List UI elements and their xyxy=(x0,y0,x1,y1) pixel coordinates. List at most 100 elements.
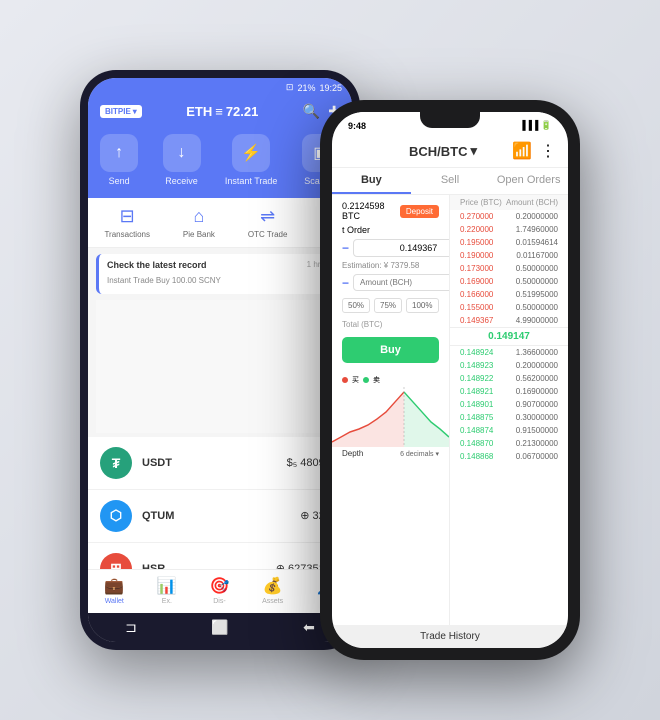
more-icon[interactable]: ⋮ xyxy=(540,141,556,161)
android-status-bar: ⊡ 21% 19:25 xyxy=(88,78,352,97)
buy-legend-dot xyxy=(342,377,348,383)
ob-buy-row-5[interactable]: 0.148901 0.90700000 xyxy=(450,398,568,411)
pct-50-button[interactable]: 50% xyxy=(342,298,370,313)
ob-buy-row-3[interactable]: 0.148922 0.56200000 xyxy=(450,372,568,385)
amount-header: Amount (BCH) xyxy=(506,198,558,207)
battery-icon: ⊡ xyxy=(286,82,294,93)
notification-title: Check the latest record xyxy=(107,260,207,270)
depth-info: Depth 6 decimals ▾ xyxy=(332,447,449,460)
tab-buy[interactable]: Buy xyxy=(332,168,411,194)
pct-75-button[interactable]: 75% xyxy=(374,298,402,313)
amount-minus[interactable]: − xyxy=(342,276,349,290)
order-section: 0.2124598 BTC Deposit t Order − + Estima… xyxy=(332,195,449,373)
iphone-time: 9:48 xyxy=(348,121,366,131)
nav-ex[interactable]: 📊 Ex. xyxy=(157,576,177,605)
iphone-status-icons: ▐▐▐ 🔋 xyxy=(519,120,552,131)
android-screen: ⊡ 21% 19:25 BITPIE ▾ ETH ≡ 72.21 🔍 ✚ xyxy=(88,78,352,642)
ob-buy-row-7[interactable]: 0.148874 0.91500000 xyxy=(450,424,568,437)
system-back-button[interactable]: ⬅ xyxy=(303,619,315,636)
ob-sell-row-7[interactable]: 0.166000 0.51995000 xyxy=(450,288,568,301)
otc-trade-button[interactable]: ⇌ OTC Trade xyxy=(248,206,288,239)
pie-bank-icon: ⌂ xyxy=(193,206,204,227)
transactions-button[interactable]: ⊟ Transactions xyxy=(104,206,150,239)
ob-sell-row-1[interactable]: 0.270000 0.20000000 xyxy=(450,210,568,223)
amount-input[interactable] xyxy=(353,274,450,291)
ex-nav-label: Ex. xyxy=(162,598,172,605)
tab-open-orders[interactable]: Open Orders xyxy=(489,168,568,194)
android-phone: ⊡ 21% 19:25 BITPIE ▾ ETH ≡ 72.21 🔍 ✚ xyxy=(80,70,360,650)
depth-legend: 买 卖 xyxy=(332,373,449,387)
qtum-icon: ⬡ xyxy=(100,500,132,532)
buy-button[interactable]: Buy xyxy=(342,337,439,363)
ex-nav-icon: 📊 xyxy=(157,576,177,596)
ob-sell-row-8[interactable]: 0.155000 0.50000000 xyxy=(450,301,568,314)
ob-buy-row-2[interactable]: 0.148923 0.20000000 xyxy=(450,359,568,372)
search-icon[interactable]: 🔍 xyxy=(303,103,320,120)
wallet-item-usdt[interactable]: ₮ USDT $₅ 4809.12 xyxy=(88,437,352,490)
ob-buy-row-4[interactable]: 0.148921 0.16900000 xyxy=(450,385,568,398)
nav-dis[interactable]: 🎯 Dis- xyxy=(209,576,229,605)
wallet-item-hsr[interactable]: ⊞ HSR ⊕ 627351.24 xyxy=(88,543,352,570)
sell-orders: 0.270000 0.20000000 0.220000 1.74960000 … xyxy=(450,210,568,327)
system-recent-button[interactable]: ⊐ xyxy=(125,619,137,636)
eth-amount: 72.21 xyxy=(226,104,259,119)
iphone-screen: 9:48 ▐▐▐ 🔋 BCH/BTC ▾ 📶 ⋮ Buy Sell xyxy=(332,112,568,648)
ob-sell-row-5[interactable]: 0.173000 0.50000000 xyxy=(450,262,568,275)
nav-assets[interactable]: 💰 Assets xyxy=(262,576,283,605)
wallet-list: ₮ USDT $₅ 4809.12 ⬡ QTUM ⊕ 32.00 ⊞ HSR ⊕… xyxy=(88,437,352,570)
mid-price: 0.149147 xyxy=(450,327,568,346)
total-label: Total (BTC) xyxy=(342,320,382,329)
receive-button[interactable]: ↓ Receive xyxy=(163,134,201,186)
wallet-empty-area xyxy=(96,300,344,433)
system-home-button[interactable]: ⬜ xyxy=(211,619,228,636)
ob-sell-row-6[interactable]: 0.169000 0.50000000 xyxy=(450,275,568,288)
bitpie-logo[interactable]: BITPIE ▾ xyxy=(100,105,142,118)
ob-buy-row-1[interactable]: 0.148924 1.36600000 xyxy=(450,346,568,359)
ob-sell-row-2[interactable]: 0.220000 1.74960000 xyxy=(450,223,568,236)
android-nav-bar: ⊐ ⬜ ⬅ xyxy=(88,613,352,642)
wallet-item-qtum[interactable]: ⬡ QTUM ⊕ 32.00 xyxy=(88,490,352,543)
ob-sell-row-9[interactable]: 0.149367 4.99000000 xyxy=(450,314,568,327)
trade-history-button[interactable]: Trade History xyxy=(332,625,568,648)
price-input[interactable] xyxy=(353,239,450,257)
chart-icon[interactable]: 📶 xyxy=(512,141,532,161)
trading-pair[interactable]: BCH/BTC ▾ xyxy=(409,143,477,159)
send-button[interactable]: ↑ Send xyxy=(100,134,138,186)
pie-bank-button[interactable]: ⌂ Pie Bank xyxy=(183,206,215,239)
btc-available: 0.2124598 BTC xyxy=(342,201,400,221)
buy-legend-label: 买 xyxy=(352,375,359,385)
nav-wallet[interactable]: 💼 Wallet xyxy=(104,576,124,605)
price-header: Price (BTC) xyxy=(460,198,502,207)
ob-buy-row-9[interactable]: 0.148868 0.06700000 xyxy=(450,450,568,463)
instant-trade-button[interactable]: ⚡ Instant Trade xyxy=(225,134,278,186)
ob-buy-row-6[interactable]: 0.148875 0.30000000 xyxy=(450,411,568,424)
decimals-selector[interactable]: 6 decimals ▾ xyxy=(400,450,439,458)
tab-sell[interactable]: Sell xyxy=(411,168,490,194)
assets-nav-icon: 💰 xyxy=(263,576,283,596)
usdt-icon: ₮ xyxy=(100,447,132,479)
instant-trade-icon: ⚡ xyxy=(232,134,270,172)
otc-trade-icon: ⇌ xyxy=(260,206,275,227)
ob-sell-row-3[interactable]: 0.195000 0.01594614 xyxy=(450,236,568,249)
price-minus[interactable]: − xyxy=(342,241,349,255)
iphone: 9:48 ▐▐▐ 🔋 BCH/BTC ▾ 📶 ⋮ Buy Sell xyxy=(320,100,580,660)
pct-100-button[interactable]: 100% xyxy=(406,298,438,313)
sell-legend-dot xyxy=(363,377,369,383)
ob-buy-row-8[interactable]: 0.148870 0.21300000 xyxy=(450,437,568,450)
buy-orders: 0.148924 1.36600000 0.148923 0.20000000 … xyxy=(450,346,568,463)
pair-chevron: ▾ xyxy=(471,143,478,159)
ob-sell-row-4[interactable]: 0.190000 0.01167000 xyxy=(450,249,568,262)
usdt-name: USDT xyxy=(142,457,287,469)
notification-bar[interactable]: Check the latest record 1 hr ago Instant… xyxy=(96,254,344,294)
notification-subtitle: Instant Trade Buy 100.00 SCNY xyxy=(107,276,221,285)
iphone-header-icons: 📶 ⋮ xyxy=(512,141,556,161)
deposit-button[interactable]: Deposit xyxy=(400,205,439,218)
dis-nav-label: Dis- xyxy=(213,598,225,605)
android-header: BITPIE ▾ ETH ≡ 72.21 🔍 ✚ xyxy=(88,97,352,130)
wallet-nav-label: Wallet xyxy=(105,598,124,605)
trade-tabs: Buy Sell Open Orders xyxy=(332,168,568,195)
dropdown-chevron-icon: ▾ xyxy=(133,107,137,116)
signal-percent: 21% xyxy=(297,83,315,93)
sell-legend-label: 卖 xyxy=(373,375,380,385)
order-type-label[interactable]: t Order xyxy=(342,225,370,235)
